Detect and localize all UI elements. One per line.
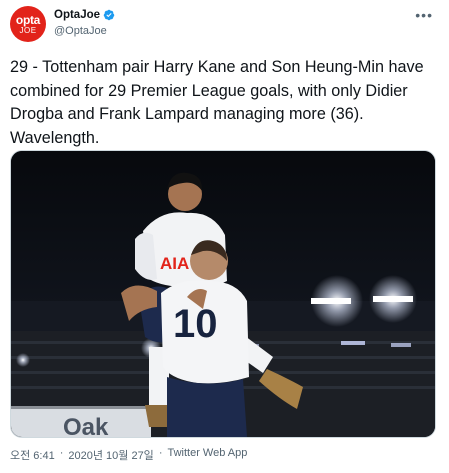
shirt-number-text: 10 bbox=[173, 302, 218, 346]
display-name[interactable]: OptaJoe bbox=[54, 9, 100, 21]
meta-separator: · bbox=[158, 447, 163, 459]
shirt-sponsor-text: AIA bbox=[160, 254, 189, 273]
meta-separator: · bbox=[59, 447, 64, 459]
tweet-date[interactable]: 2020년 10월 27일 bbox=[68, 447, 153, 463]
avatar-text-bottom: JOE bbox=[19, 25, 37, 35]
football-celebration-photo: Oak AIA 10 bbox=[11, 151, 435, 437]
tweet-photo[interactable]: Oak AIA 10 bbox=[10, 150, 436, 438]
avatar-text-top: opta bbox=[15, 12, 41, 27]
avatar[interactable]: opta JOE bbox=[10, 6, 46, 42]
more-horizontal-icon: ••• bbox=[415, 7, 433, 23]
more-options-button[interactable]: ••• bbox=[415, 7, 433, 23]
verified-badge-icon bbox=[103, 9, 115, 21]
tweet-text: 29 - Tottenham pair Harry Kane and Son H… bbox=[10, 58, 424, 147]
tweet-card: opta JOE OptaJoe @OptaJoe ••• 29 - Totte… bbox=[0, 0, 449, 473]
author-name-row: OptaJoe bbox=[54, 9, 115, 21]
tweet-metadata: 오전 6:41 · 2020년 10월 27일 · Twitter Web Ap… bbox=[10, 447, 247, 463]
tweet-source[interactable]: Twitter Web App bbox=[167, 447, 247, 463]
board-text: Oak bbox=[63, 414, 109, 437]
handle[interactable]: @OptaJoe bbox=[54, 25, 107, 37]
tweet-time[interactable]: 오전 6:41 bbox=[10, 447, 55, 463]
